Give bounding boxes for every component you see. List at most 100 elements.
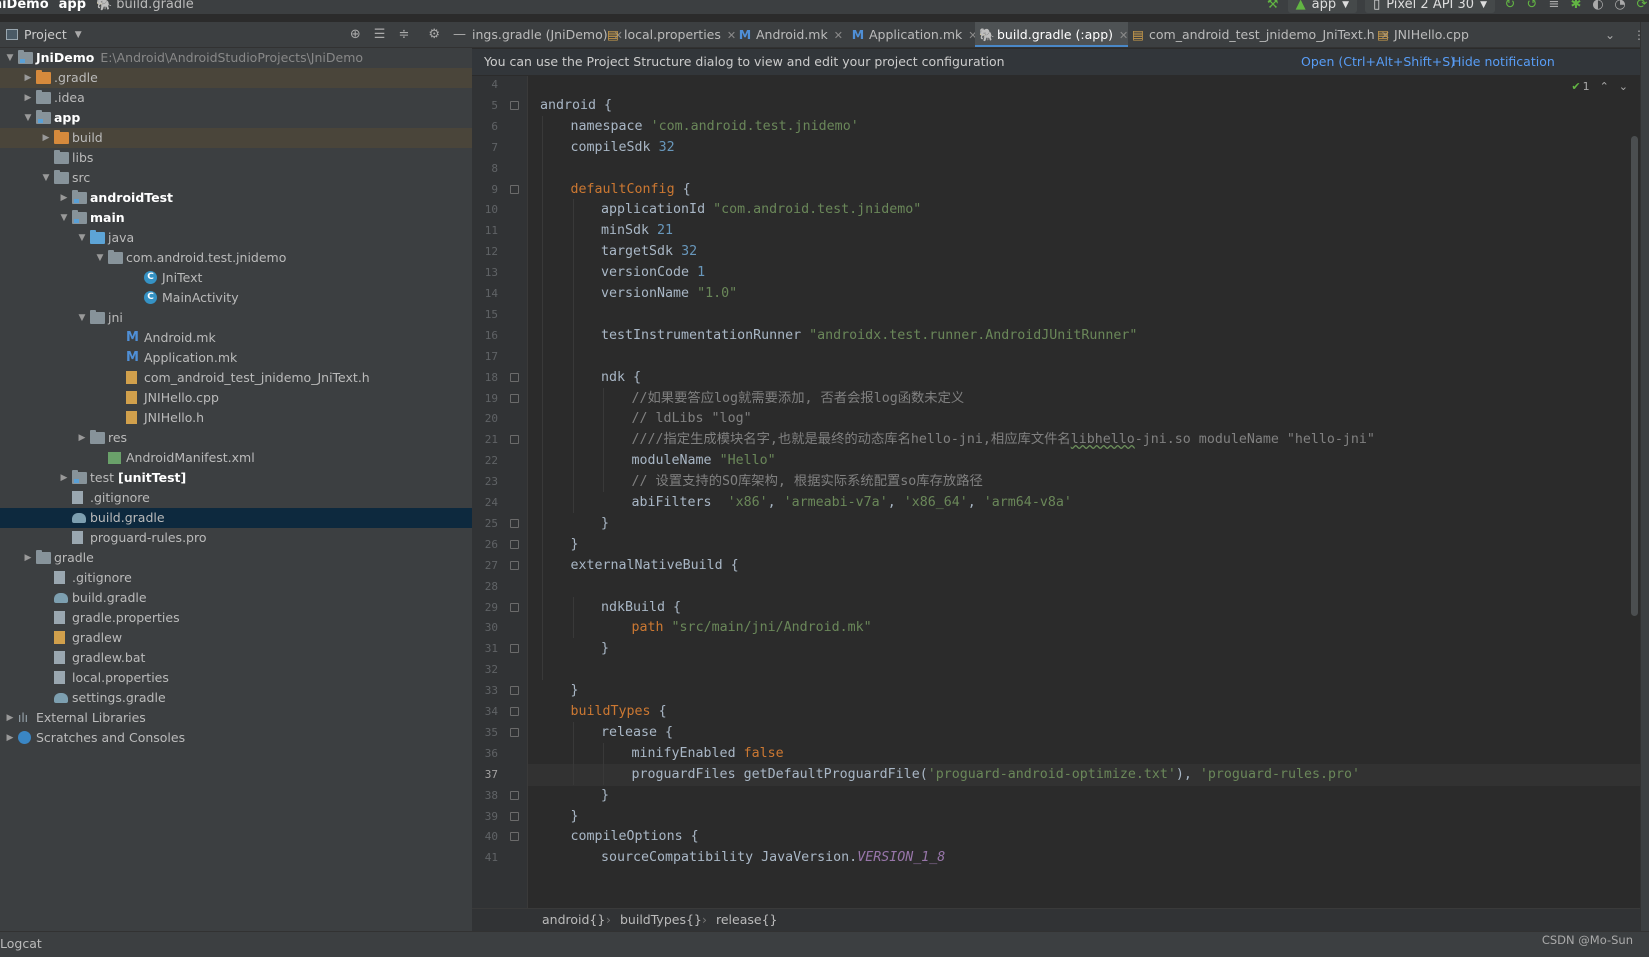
line-number[interactable]: 27 xyxy=(472,555,498,577)
fold-marker-icon[interactable] xyxy=(510,100,519,110)
tree-item[interactable]: ▶ Scratches and Consoles xyxy=(0,728,472,748)
fold-marker-icon[interactable] xyxy=(510,539,519,549)
chevron-down-icon[interactable]: ▼ xyxy=(4,48,16,68)
chevron-right-icon[interactable]: ▶ xyxy=(40,128,52,148)
line-number[interactable]: 30 xyxy=(472,617,498,639)
line-number[interactable]: 5 xyxy=(472,95,498,117)
tree-item[interactable]: local.properties xyxy=(0,668,472,688)
gear-icon[interactable]: ⚙ xyxy=(428,27,440,42)
fold-marker-icon[interactable] xyxy=(510,602,519,612)
chevron-down-icon[interactable]: ▼ xyxy=(76,308,88,328)
breadcrumb-android[interactable]: android{} xyxy=(542,909,605,931)
line-number[interactable]: 34 xyxy=(472,701,498,723)
code-line[interactable] xyxy=(528,304,1640,326)
line-number[interactable]: 21 xyxy=(472,429,498,451)
chevron-down-icon[interactable]: ▼ xyxy=(94,248,106,268)
code-line[interactable]: versionCode 1 xyxy=(528,262,1640,284)
open-project-structure-link[interactable]: Open (Ctrl+Alt+Shift+S) xyxy=(1301,49,1455,75)
fold-marker-icon[interactable] xyxy=(510,707,519,716)
hide-notification-link[interactable]: Hide notification xyxy=(1452,49,1555,75)
code-line[interactable]: versionName "1.0" xyxy=(528,283,1640,305)
line-number[interactable]: 40 xyxy=(472,826,498,848)
code-line[interactable]: } xyxy=(528,680,1640,702)
fold-marker-icon[interactable] xyxy=(510,727,519,737)
tree-item[interactable]: ▼ app xyxy=(0,108,472,128)
code-line[interactable]: minSdk 21 xyxy=(528,220,1640,242)
tree-item[interactable]: AndroidManifest.xml xyxy=(0,448,472,468)
fold-marker-icon[interactable] xyxy=(510,832,519,842)
run-config-selector[interactable]: ▲ app ▼ xyxy=(1287,0,1358,13)
nav-crumb-file[interactable]: build.gradle xyxy=(116,0,194,12)
tree-item[interactable]: ▶ build xyxy=(0,128,472,148)
tree-item[interactable]: ▶ gradle xyxy=(0,548,472,568)
line-number[interactable]: 36 xyxy=(472,743,498,765)
tree-item[interactable]: ▼ main xyxy=(0,208,472,228)
editor-tab[interactable]: ▤ JNIHello.cpp xyxy=(1372,22,1469,47)
code-line[interactable]: } xyxy=(528,534,1640,556)
code-line[interactable]: namespace 'com.android.test.jnidemo' xyxy=(528,116,1640,138)
tree-item[interactable]: settings.gradle xyxy=(0,688,472,708)
tree-item[interactable]: ▼ jni xyxy=(0,308,472,328)
fold-marker-icon[interactable] xyxy=(510,686,519,696)
logcat-tab[interactable]: Logcat xyxy=(0,932,42,956)
tree-item[interactable]: build.gradle xyxy=(0,588,472,608)
code-line[interactable]: release { xyxy=(528,722,1640,744)
line-number[interactable]: 29 xyxy=(472,597,498,619)
fold-marker-icon[interactable] xyxy=(510,518,519,528)
code-line[interactable]: abiFilters 'x86', 'armeabi-v7a', 'x86_64… xyxy=(528,492,1640,514)
code-line[interactable]: ndkBuild { xyxy=(528,597,1640,619)
code-line[interactable] xyxy=(528,76,1640,96)
chevron-down-icon[interactable]: ▼ xyxy=(75,30,82,40)
nav-crumb-module[interactable]: app xyxy=(59,0,86,12)
fold-marker-icon[interactable] xyxy=(510,560,519,570)
code-line[interactable]: externalNativeBuild { xyxy=(528,555,1640,577)
tree-item[interactable]: ▶ res xyxy=(0,428,472,448)
build-hammer-icon[interactable]: ⚒ xyxy=(1266,0,1280,12)
apply-changes-icon[interactable]: ↻ xyxy=(1503,0,1517,12)
code-line[interactable]: compileSdk 32 xyxy=(528,137,1640,159)
editor-tab[interactable]: M Android.mk ✕ xyxy=(734,22,843,47)
fold-marker-icon[interactable] xyxy=(510,393,519,403)
fold-marker-icon[interactable] xyxy=(510,644,519,654)
tree-item[interactable]: proguard-rules.pro xyxy=(0,528,472,548)
tree-item[interactable]: M Application.mk xyxy=(0,348,472,368)
sync-icon[interactable]: ⟳ xyxy=(1635,0,1649,12)
code-line[interactable]: minifyEnabled false xyxy=(528,743,1640,765)
line-number[interactable]: 7 xyxy=(472,137,498,159)
chevron-right-icon[interactable]: ▶ xyxy=(22,68,34,88)
code-line[interactable] xyxy=(528,158,1640,180)
next-highlight-icon[interactable]: ⌄ xyxy=(1619,80,1628,93)
chevron-right-icon[interactable]: ▶ xyxy=(22,548,34,568)
code-line[interactable]: } xyxy=(528,638,1640,660)
line-number[interactable]: 10 xyxy=(472,199,498,221)
line-number[interactable]: 22 xyxy=(472,450,498,472)
line-number[interactable]: 9 xyxy=(472,179,498,201)
hide-icon[interactable]: — xyxy=(453,27,466,42)
line-number[interactable]: 12 xyxy=(472,241,498,263)
editor-tab[interactable]: M Application.mk ✕ xyxy=(847,22,978,47)
code-line[interactable]: } xyxy=(528,785,1640,807)
debug-icon[interactable]: ✱ xyxy=(1569,0,1583,12)
tree-item[interactable]: ▶ test [unitTest] xyxy=(0,468,472,488)
line-number[interactable]: 6 xyxy=(472,116,498,138)
locate-icon[interactable]: ⊕ xyxy=(350,27,361,42)
code-line[interactable] xyxy=(528,659,1640,681)
expand-all-icon[interactable]: ☰ xyxy=(374,27,386,42)
line-number[interactable]: 8 xyxy=(472,158,498,180)
code-line[interactable]: path "src/main/jni/Android.mk" xyxy=(528,617,1640,639)
chevron-right-icon[interactable]: ▶ xyxy=(22,88,34,108)
editor-tab[interactable]: 🐘ings.gradle (JniDemo)✕ xyxy=(472,22,623,47)
tree-item[interactable]: gradlew.bat xyxy=(0,648,472,668)
line-number[interactable]: 4 xyxy=(472,76,498,96)
tree-item[interactable]: M Android.mk xyxy=(0,328,472,348)
line-number[interactable]: 35 xyxy=(472,722,498,744)
line-number[interactable]: 17 xyxy=(472,346,498,368)
line-number[interactable]: 37 xyxy=(472,764,498,786)
inspection-widget[interactable]: ✔ 1 ⌃ ⌄ xyxy=(1571,80,1628,93)
tree-item[interactable]: gradlew xyxy=(0,628,472,648)
fold-marker-icon[interactable] xyxy=(510,435,519,445)
line-number[interactable]: 38 xyxy=(472,785,498,807)
collapse-all-icon[interactable]: ≑ xyxy=(398,27,409,42)
chevron-down-icon[interactable]: ▼ xyxy=(76,228,88,248)
line-number[interactable]: 16 xyxy=(472,325,498,347)
